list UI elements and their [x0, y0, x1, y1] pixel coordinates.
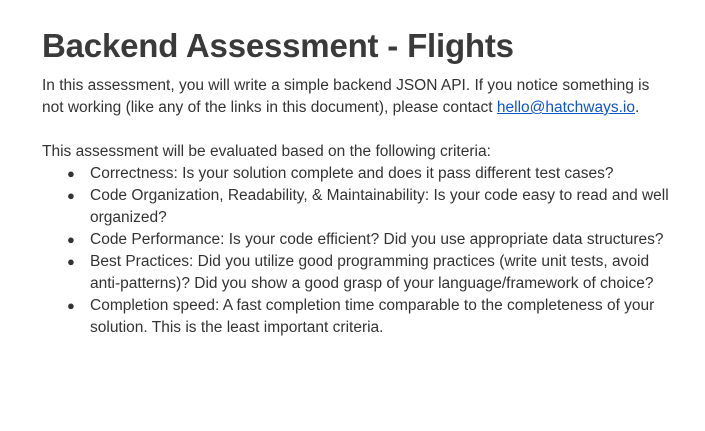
document-page: Backend Assessment - Flights In this ass… — [42, 26, 672, 339]
criteria-item-completion-speed: ● Completion speed: A fast completion ti… — [67, 295, 672, 339]
criteria-item-code-organization: ● Code Organization, Readability, & Main… — [67, 185, 672, 229]
bullet-icon: ● — [67, 254, 75, 269]
criteria-list: ● Correctness: Is your solution complete… — [42, 163, 672, 339]
criteria-item-text: Code Performance: Is your code efficient… — [90, 231, 664, 248]
bullet-icon: ● — [67, 188, 75, 203]
bullet-icon: ● — [67, 166, 75, 181]
criteria-item-correctness: ● Correctness: Is your solution complete… — [67, 163, 672, 185]
criteria-item-text: Code Organization, Readability, & Mainta… — [90, 187, 669, 226]
criteria-intro: This assessment will be evaluated based … — [42, 143, 491, 160]
criteria-item-text: Correctness: Is your solution complete a… — [90, 165, 614, 182]
intro-paragraph: In this assessment, you will write a sim… — [42, 75, 672, 119]
criteria-item-text: Completion speed: A fast completion time… — [90, 297, 655, 336]
criteria-item-text: Best Practices: Did you utilize good pro… — [90, 253, 654, 292]
bullet-icon: ● — [67, 232, 75, 247]
page-title: Backend Assessment - Flights — [42, 27, 514, 64]
criteria-item-best-practices: ● Best Practices: Did you utilize good p… — [67, 251, 672, 295]
bullet-icon: ● — [67, 298, 75, 313]
contact-email-link[interactable]: hello@hatchways.io — [497, 99, 635, 116]
criteria-item-code-performance: ● Code Performance: Is your code efficie… — [67, 229, 672, 251]
intro-period: . — [635, 99, 640, 116]
